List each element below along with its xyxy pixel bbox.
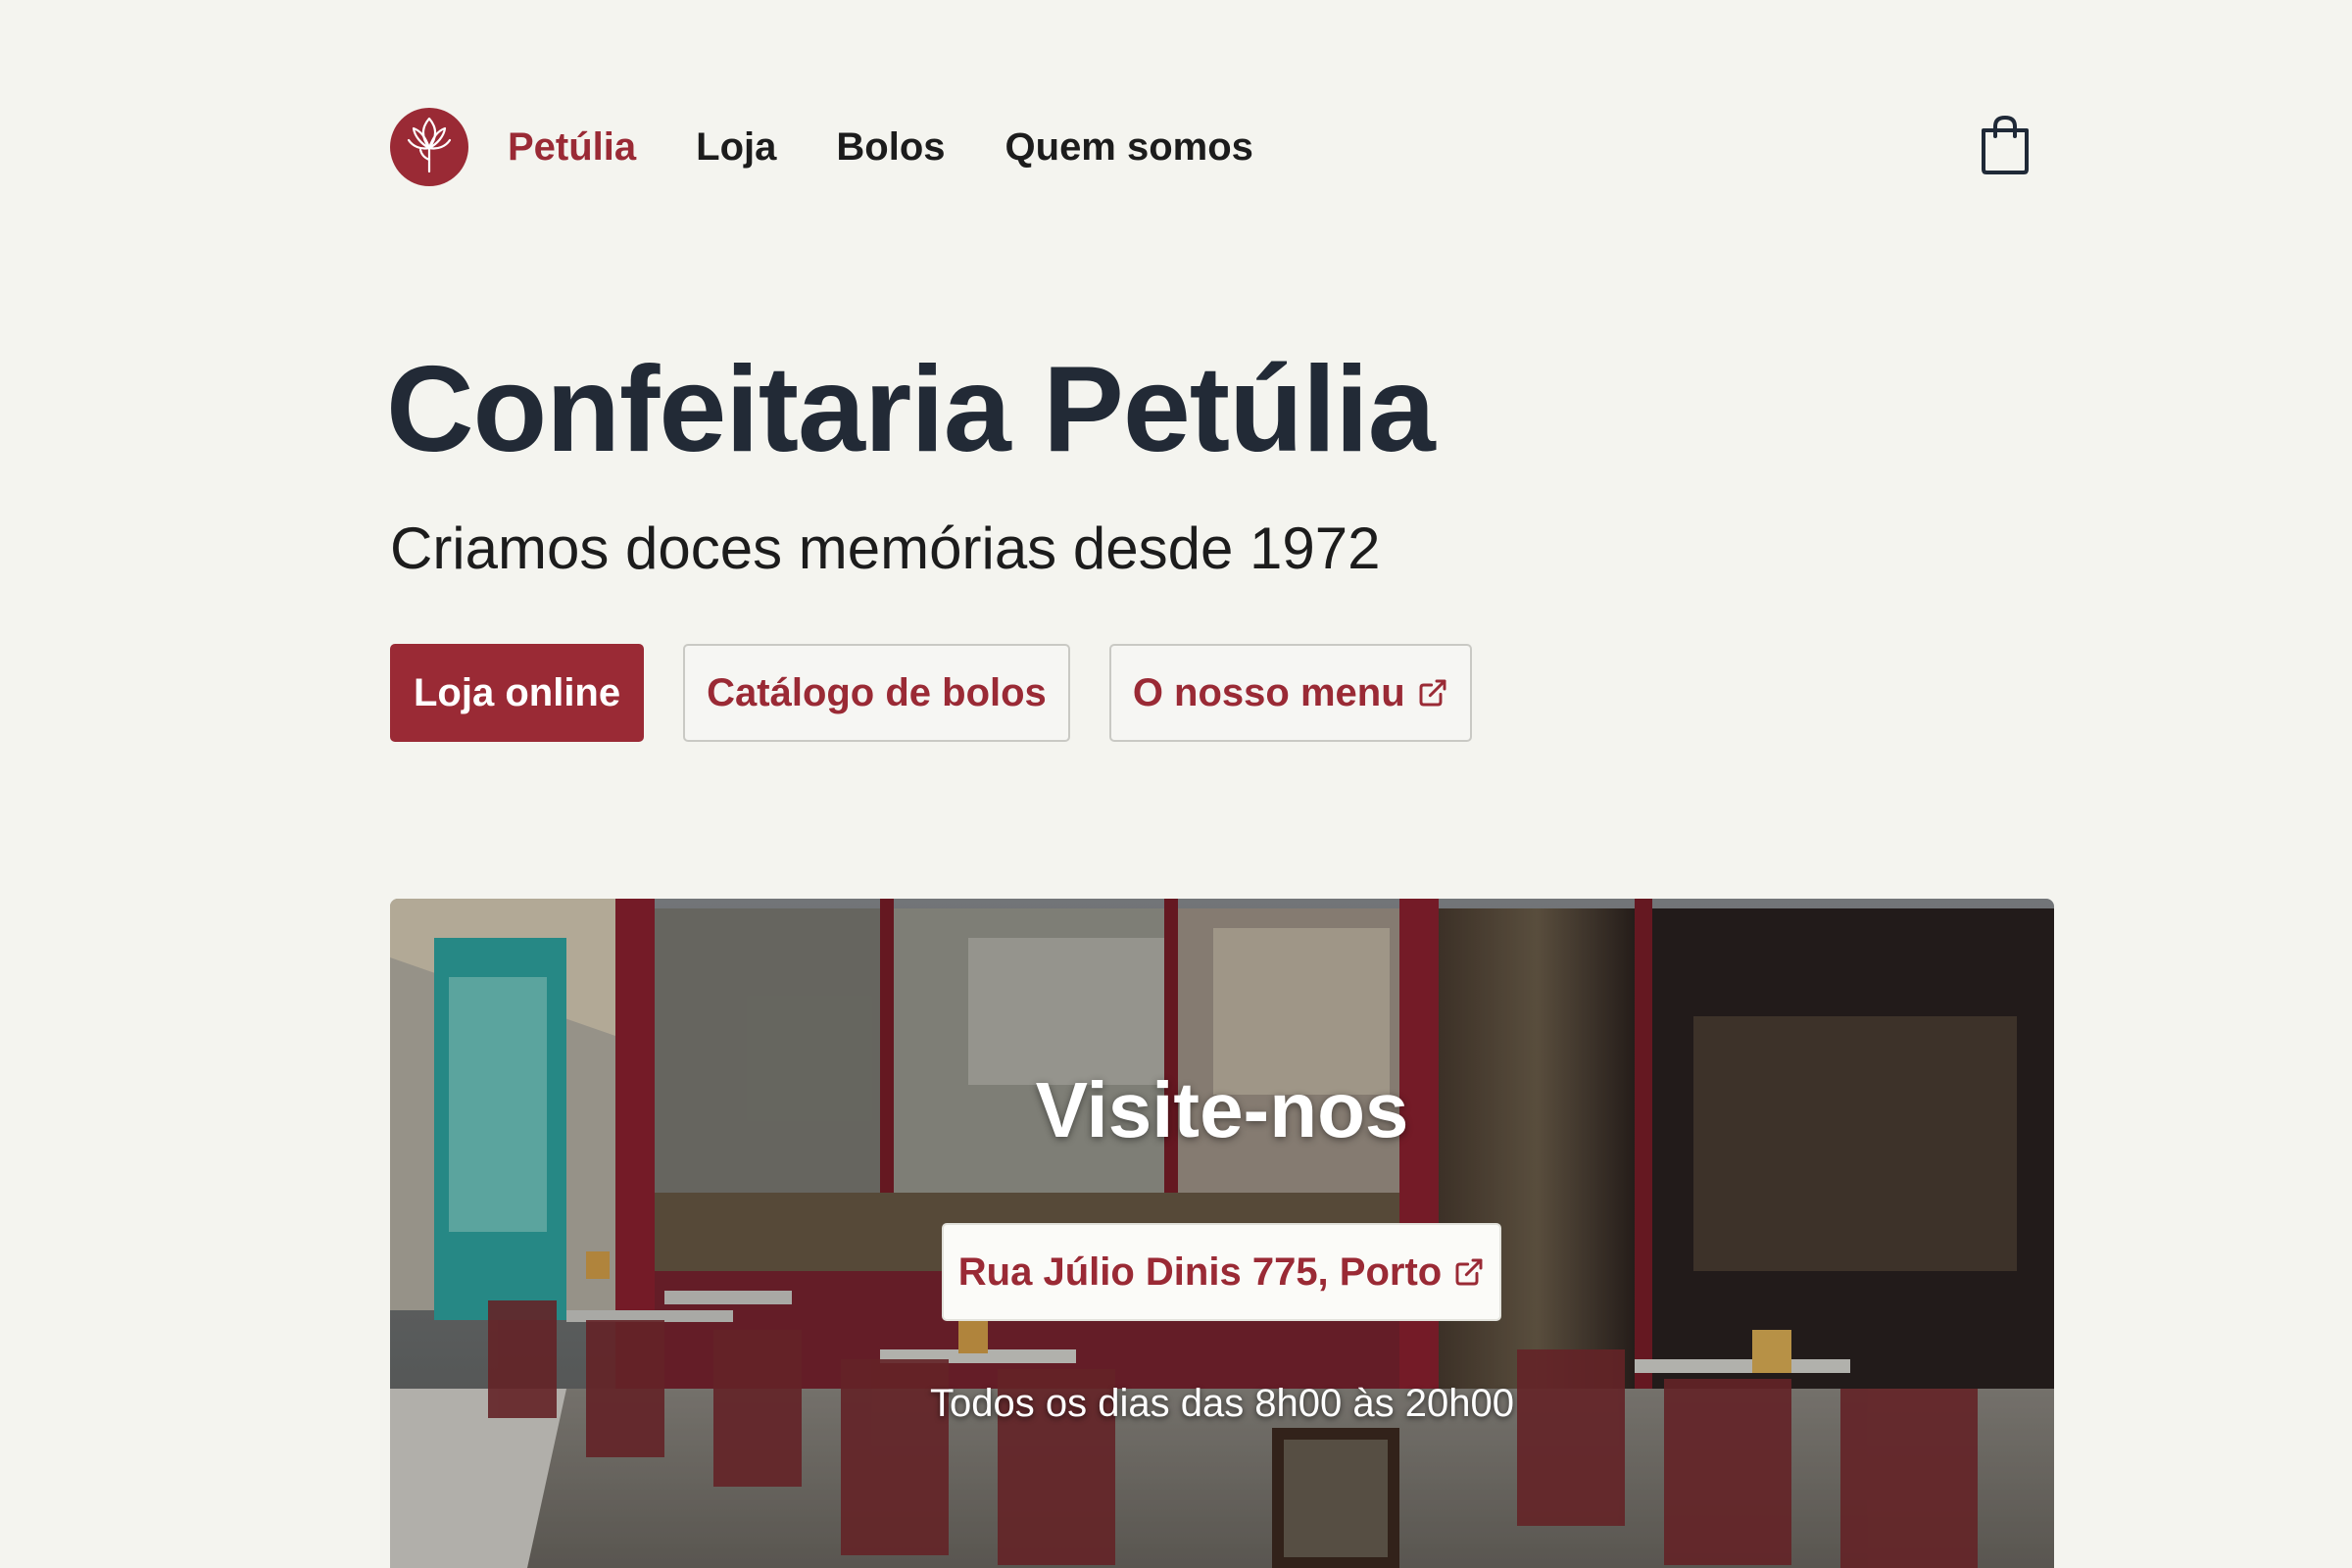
nav-link-quem-somos[interactable]: Quem somos <box>1005 125 1253 170</box>
our-menu-button[interactable]: O nosso menu <box>1108 644 1472 742</box>
hero-subtitle: Criamos doces memórias desde 1972 <box>390 515 1381 581</box>
shopping-bag-icon <box>1980 115 2031 180</box>
top-nav: Petúlia Loja Bolos Quem somos <box>390 108 2036 186</box>
nav-link-loja[interactable]: Loja <box>696 125 776 170</box>
cake-catalog-button[interactable]: Catálogo de bolos <box>683 644 1070 742</box>
nav-links: Petúlia Loja Bolos Quem somos <box>508 125 1313 170</box>
shop-online-label: Loja online <box>414 670 621 714</box>
page: Petúlia Loja Bolos Quem somos Confeitari… <box>0 0 2352 1568</box>
external-link-icon <box>1417 677 1448 709</box>
address-link-button[interactable]: Rua Júlio Dinis 775, Porto <box>942 1223 1501 1321</box>
logo[interactable] <box>390 108 468 186</box>
shop-online-button[interactable]: Loja online <box>390 644 645 742</box>
visit-title: Visite-nos <box>1035 1066 1409 1153</box>
nav-link-brand[interactable]: Petúlia <box>508 125 636 170</box>
address-label: Rua Júlio Dinis 775, Porto <box>957 1250 1443 1294</box>
external-link-icon <box>1453 1256 1485 1288</box>
nav-link-bolos[interactable]: Bolos <box>836 125 945 170</box>
lotus-flower-icon <box>405 115 454 180</box>
page-title: Confeitaria Petúlia <box>386 342 1436 477</box>
our-menu-label: O nosso menu <box>1132 670 1405 714</box>
opening-hours: Todos os dias das 8h00 às 20h00 <box>930 1382 1514 1425</box>
cta-buttons: Loja online Catálogo de bolos O nosso me… <box>390 644 1472 742</box>
cake-catalog-label: Catálogo de bolos <box>707 670 1047 714</box>
visit-section: Visite-nos Rua Júlio Dinis 775, Porto To… <box>390 899 2054 1568</box>
cart-button[interactable] <box>1974 115 2036 180</box>
